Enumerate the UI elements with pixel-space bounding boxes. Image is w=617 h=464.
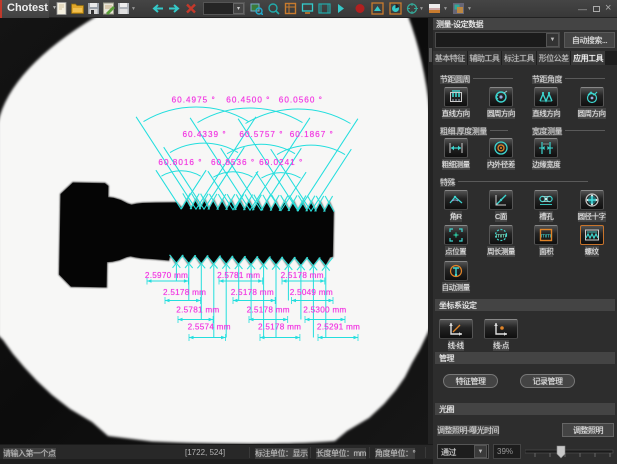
svg-text:2.5574 mm: 2.5574 mm xyxy=(188,323,231,332)
svg-text:2.5781 mm: 2.5781 mm xyxy=(217,271,260,280)
svg-text:60.4339 °: 60.4339 ° xyxy=(183,130,227,139)
svg-text:60.5757 °: 60.5757 ° xyxy=(239,130,283,139)
svg-text:60.0241 °: 60.0241 ° xyxy=(259,158,303,167)
svg-text:2.5178 mm: 2.5178 mm xyxy=(231,288,274,297)
svg-text:60.4500 °: 60.4500 ° xyxy=(226,96,270,105)
svg-text:60.0560 °: 60.0560 ° xyxy=(279,96,323,105)
svg-text:2.5291 mm: 2.5291 mm xyxy=(317,323,360,332)
svg-text:60.1867 °: 60.1867 ° xyxy=(290,130,334,139)
svg-text:2.5178 mm: 2.5178 mm xyxy=(163,288,206,297)
svg-text:2.5049 mm: 2.5049 mm xyxy=(290,288,333,297)
svg-text:2.5781 mm: 2.5781 mm xyxy=(176,305,219,314)
svg-text:2.5300 mm: 2.5300 mm xyxy=(303,305,346,314)
svg-text:60.8536 °: 60.8536 ° xyxy=(211,158,255,167)
svg-text:60.4975 °: 60.4975 ° xyxy=(172,96,216,105)
svg-text:2.5970 mm: 2.5970 mm xyxy=(145,271,188,280)
svg-text:2.5178 mm: 2.5178 mm xyxy=(258,323,301,332)
svg-text:2.5178 mm: 2.5178 mm xyxy=(247,305,290,314)
svg-text:2.5178 mm: 2.5178 mm xyxy=(281,271,324,280)
svg-text:60.8016 °: 60.8016 ° xyxy=(158,158,202,167)
